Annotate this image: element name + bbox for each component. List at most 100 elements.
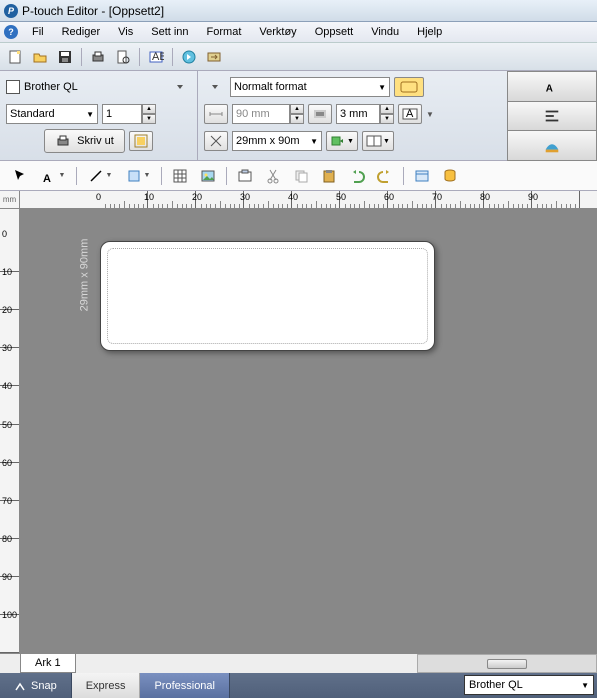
ruler-tick xyxy=(484,191,532,208)
paste-button[interactable] xyxy=(317,164,341,188)
canvas-area[interactable]: 29mm x 90mm xyxy=(20,209,597,653)
margin-input[interactable] xyxy=(336,104,380,124)
text-tab[interactable]: A xyxy=(507,71,597,102)
pointer-tool[interactable] xyxy=(8,164,32,188)
ruler-tick xyxy=(340,191,388,208)
quality-select-value: Standard xyxy=(10,108,55,120)
printable-area xyxy=(107,248,428,344)
scroll-thumb[interactable] xyxy=(487,659,527,669)
ruler-tick xyxy=(292,191,340,208)
mode-snap-label: Snap xyxy=(31,680,57,692)
print-options-button[interactable] xyxy=(129,131,153,151)
page-icon xyxy=(6,80,20,94)
menu-view[interactable]: Vis xyxy=(110,24,141,40)
snap-icon xyxy=(14,680,26,692)
new-button[interactable] xyxy=(4,46,26,68)
spin-up-icon[interactable]: ▲ xyxy=(142,104,156,114)
toolbar-separator xyxy=(403,167,404,185)
toolbar-separator xyxy=(172,48,173,66)
transfer-button[interactable] xyxy=(203,46,225,68)
line-tool[interactable]: ▼ xyxy=(83,164,117,188)
database-button[interactable] xyxy=(438,164,462,188)
sheet-tab[interactable]: Ark 1 xyxy=(20,654,76,673)
copy-button[interactable] xyxy=(289,164,313,188)
format-select-value: Normalt format xyxy=(234,81,307,93)
margin-spinner[interactable]: ▲▼ xyxy=(336,104,394,124)
print-button-label: Skriv ut xyxy=(77,135,114,147)
page-panel: Normalt format ▼ ▲▼ ▲▼ A ▼ 29mm xyxy=(198,71,507,160)
text-tool[interactable]: A▼ xyxy=(36,164,70,188)
orientation-landscape-button[interactable] xyxy=(394,77,424,97)
printer-name-label: Brother QL xyxy=(24,81,78,93)
print-button-large[interactable]: Skriv ut xyxy=(44,129,125,153)
ruler-unit-label: mm xyxy=(0,191,20,209)
horizontal-scrollbar[interactable] xyxy=(417,654,597,673)
align-tab[interactable] xyxy=(507,101,597,132)
menu-insert[interactable]: Sett inn xyxy=(143,24,196,40)
ruler-tick xyxy=(388,191,436,208)
layout-icon[interactable]: ▼ xyxy=(362,131,394,151)
color-tab[interactable] xyxy=(507,130,597,161)
panel-expand-icon[interactable] xyxy=(204,76,226,98)
margin-icon xyxy=(308,104,332,124)
ruler-tick xyxy=(532,191,580,208)
help-icon[interactable]: ? xyxy=(4,25,18,39)
copies-spinner[interactable]: ▲▼ xyxy=(102,104,156,124)
width-spinner[interactable]: ▲▼ xyxy=(232,104,304,124)
panel-expand-icon[interactable] xyxy=(169,76,191,98)
ruler-tick xyxy=(0,615,19,653)
table-tool[interactable] xyxy=(168,164,192,188)
copies-input[interactable] xyxy=(102,104,142,124)
spin-down-icon[interactable]: ▼ xyxy=(142,114,156,124)
screenshot-tool[interactable] xyxy=(233,164,257,188)
text-tool-button[interactable]: ABC xyxy=(145,46,167,68)
format-select[interactable]: Normalt format ▼ xyxy=(230,77,390,97)
chevron-down-icon: ▼ xyxy=(310,137,318,146)
menu-file[interactable]: Fil xyxy=(24,24,52,40)
save-button[interactable] xyxy=(54,46,76,68)
spin-down-icon[interactable]: ▼ xyxy=(380,114,394,124)
spin-down-icon[interactable]: ▼ xyxy=(290,114,304,124)
open-button[interactable] xyxy=(29,46,51,68)
width-input[interactable] xyxy=(232,104,290,124)
length-lock-icon[interactable] xyxy=(204,131,228,151)
mode-express[interactable]: Express xyxy=(72,673,141,698)
main-toolbar: ABC xyxy=(0,43,597,71)
toolbar-separator xyxy=(76,167,77,185)
feed-icon[interactable]: ▼ xyxy=(326,131,358,151)
menu-layout[interactable]: Oppsett xyxy=(307,24,362,40)
undo-button[interactable] xyxy=(345,164,369,188)
menu-format[interactable]: Format xyxy=(199,24,250,40)
redo-button[interactable] xyxy=(373,164,397,188)
toolbar-separator xyxy=(161,167,162,185)
spin-up-icon[interactable]: ▲ xyxy=(380,104,394,114)
menu-tools[interactable]: Verktøy xyxy=(251,24,304,40)
property-side-tabs: A xyxy=(507,71,597,160)
chevron-down-icon: ▼ xyxy=(581,681,589,690)
quality-select[interactable]: Standard ▼ xyxy=(6,104,98,124)
app-icon: P xyxy=(4,4,18,18)
ruler-tick xyxy=(244,191,292,208)
mode-professional[interactable]: Professional xyxy=(140,673,230,698)
update-button[interactable] xyxy=(178,46,200,68)
menu-help[interactable]: Hjelp xyxy=(409,24,450,40)
textbox-auto-button[interactable]: A xyxy=(398,104,422,124)
image-tool[interactable] xyxy=(196,164,220,188)
print-button[interactable] xyxy=(87,46,109,68)
media-select[interactable]: 29mm x 90m ▼ xyxy=(232,131,322,151)
sheet-tabs: Ark 1 xyxy=(0,653,597,673)
mode-snap[interactable]: Snap xyxy=(0,673,72,698)
ruler-tick xyxy=(148,191,196,208)
shape-tool[interactable]: ▼ xyxy=(121,164,155,188)
mode-express-label: Express xyxy=(86,680,126,692)
preview-button[interactable] xyxy=(112,46,134,68)
properties-button[interactable] xyxy=(410,164,434,188)
chevron-down-icon: ▼ xyxy=(86,110,94,119)
svg-text:A: A xyxy=(406,108,414,120)
printer-select[interactable]: Brother QL ▼ xyxy=(464,675,594,695)
menu-window[interactable]: Vindu xyxy=(363,24,407,40)
spin-up-icon[interactable]: ▲ xyxy=(290,104,304,114)
cut-button[interactable] xyxy=(261,164,285,188)
menu-edit[interactable]: Rediger xyxy=(54,24,109,40)
label-canvas[interactable] xyxy=(100,241,435,351)
